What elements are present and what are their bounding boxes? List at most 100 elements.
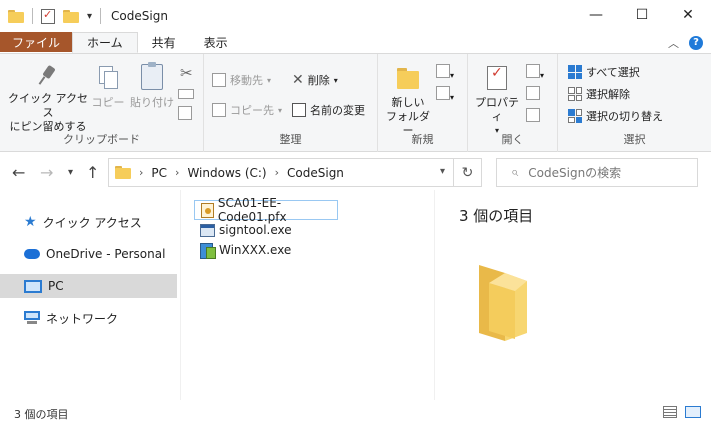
new-folder-label-line1: 新しい xyxy=(391,96,425,109)
copy-button[interactable]: コピー xyxy=(90,64,126,110)
organize-group: 移動先 ▾ ✕ 削除 ▾ コピー先 ▾ 名前の変更 整理 xyxy=(204,54,378,152)
pin-to-quick-access-button[interactable]: クイック アクセス にピン留めする xyxy=(6,64,90,134)
folder-icon xyxy=(115,166,131,179)
paste-shortcut-button[interactable] xyxy=(178,106,192,123)
open-icon xyxy=(526,64,540,78)
clipboard-group: クイック アクセス にピン留めする コピー 貼り付け ✂ クリップボード xyxy=(0,54,204,152)
easy-access-button[interactable]: ▾ xyxy=(436,86,454,103)
search-input[interactable]: ⌕ CodeSignの検索 xyxy=(496,158,698,187)
chevron-right-icon[interactable]: › xyxy=(275,166,279,179)
pc-icon xyxy=(24,279,42,293)
list-item[interactable]: SCA01-EE-Code01.pfx xyxy=(194,196,338,224)
rename-icon xyxy=(292,103,306,117)
forward-button[interactable]: → xyxy=(40,163,53,182)
clipboard-icon xyxy=(141,62,163,90)
navigation-pane: ★ クイック アクセス OneDrive - Personal PC ネットワー… xyxy=(0,198,180,394)
nav-item-onedrive[interactable]: OneDrive - Personal xyxy=(0,242,177,266)
close-button[interactable]: ✕ xyxy=(665,0,711,30)
copy-label: コピー xyxy=(91,96,125,109)
title-bar: ▾ CodeSign — ☐ ✕ xyxy=(0,0,711,32)
minimize-button[interactable]: — xyxy=(573,0,619,30)
file-list: SCA01-EE-Code01.pfx signtool.exe WinXXX.… xyxy=(194,196,434,260)
quick-access-toolbar: ▾ xyxy=(0,8,102,24)
copy-to-label: コピー先 xyxy=(230,104,274,117)
copy-path-button[interactable] xyxy=(178,88,194,102)
help-icon[interactable]: ? xyxy=(689,35,703,50)
search-placeholder: CodeSignの検索 xyxy=(528,166,622,180)
back-button[interactable]: ← xyxy=(12,163,25,182)
copy-icon xyxy=(97,64,119,90)
view-switcher xyxy=(663,406,701,418)
new-item-icon xyxy=(436,64,450,78)
up-button[interactable]: ↑ xyxy=(86,163,99,182)
status-item-count: 3 個の項目 xyxy=(14,407,69,421)
rename-button[interactable]: 名前の変更 xyxy=(292,102,365,118)
chevron-right-icon[interactable]: › xyxy=(139,166,143,179)
breadcrumb-drive[interactable]: Windows (C:) xyxy=(187,166,266,180)
folder-icon xyxy=(479,265,527,341)
nav-item-pc[interactable]: PC xyxy=(0,274,177,298)
nav-item-quick-access[interactable]: ★ クイック アクセス xyxy=(0,210,177,234)
properties-button[interactable]: プロパティ ▾ xyxy=(470,66,524,138)
delete-button[interactable]: ✕ 削除 ▾ xyxy=(292,72,338,88)
paste-label: 貼り付け xyxy=(130,96,174,109)
tab-view[interactable]: 表示 xyxy=(190,32,242,53)
tab-home[interactable]: ホーム xyxy=(72,32,138,53)
list-item[interactable]: WinXXX.exe xyxy=(194,240,434,260)
ribbon: クイック アクセス にピン留めする コピー 貼り付け ✂ クリップボード 移動先… xyxy=(0,54,711,152)
history-icon xyxy=(526,108,540,122)
invert-selection-icon xyxy=(568,109,582,123)
properties-icon[interactable] xyxy=(41,8,55,24)
chevron-right-icon[interactable]: › xyxy=(175,166,179,179)
cut-button[interactable]: ✂ xyxy=(180,64,193,82)
select-none-icon xyxy=(568,87,582,101)
refresh-button[interactable]: ↻ xyxy=(454,158,482,187)
paste-button[interactable]: 貼り付け xyxy=(130,62,174,110)
preview-pane: 3 個の項目 xyxy=(434,190,711,400)
delete-label: 削除 xyxy=(307,74,330,87)
select-all-button[interactable]: すべて選択 xyxy=(568,64,640,80)
new-folder-button[interactable]: 新しい フォルダー xyxy=(382,66,434,138)
open-button[interactable]: ▾ xyxy=(526,64,544,81)
maximize-button[interactable]: ☐ xyxy=(619,0,665,30)
collapse-ribbon-icon[interactable]: ︿ xyxy=(668,35,679,51)
copy-to-button[interactable]: コピー先 ▾ xyxy=(212,102,282,118)
scissors-icon: ✂ xyxy=(180,64,193,82)
select-none-button[interactable]: 選択解除 xyxy=(568,86,630,102)
pin-label-line1: クイック アクセス xyxy=(8,92,88,119)
ribbon-tabs: ファイル ホーム 共有 表示 ︿ ? xyxy=(0,32,711,54)
address-dropdown-icon[interactable]: ▾ xyxy=(440,166,445,177)
network-icon xyxy=(24,311,40,325)
search-icon: ⌕ xyxy=(511,165,519,180)
nav-label: PC xyxy=(48,279,64,293)
exe-icon xyxy=(200,223,215,237)
open-group-label: 開く xyxy=(501,133,524,146)
new-folder-icon[interactable] xyxy=(63,9,79,23)
nav-item-network[interactable]: ネットワーク xyxy=(0,306,177,330)
customize-toolbar-icon[interactable]: ▾ xyxy=(87,11,92,22)
new-item-button[interactable]: ▾ xyxy=(436,64,454,81)
details-view-icon[interactable] xyxy=(663,406,677,418)
breadcrumb-codesign[interactable]: CodeSign xyxy=(287,166,344,180)
move-to-button[interactable]: 移動先 ▾ xyxy=(212,72,271,88)
breadcrumb-pc[interactable]: PC xyxy=(151,166,167,180)
list-item[interactable]: signtool.exe xyxy=(194,220,434,240)
paste-shortcut-icon xyxy=(178,106,192,120)
tab-share[interactable]: 共有 xyxy=(138,32,190,53)
address-bar[interactable]: › PC › Windows (C:) › CodeSign ▾ xyxy=(108,158,454,187)
pane-divider[interactable] xyxy=(180,190,181,400)
invert-selection-button[interactable]: 選択の切り替え xyxy=(568,108,663,124)
open-group: プロパティ ▾ ▾ 開く xyxy=(468,54,558,152)
easy-access-icon xyxy=(436,86,450,100)
recent-locations-button[interactable]: ▾ xyxy=(68,167,73,178)
large-icons-view-icon[interactable] xyxy=(685,406,701,418)
copy-to-icon xyxy=(212,103,226,117)
edit-button[interactable] xyxy=(526,86,540,103)
divider xyxy=(32,8,33,24)
address-row: ← → ▾ ↑ › PC › Windows (C:) › CodeSign ▾… xyxy=(0,158,711,188)
new-group: 新しい フォルダー ▾ ▾ 新規 xyxy=(378,54,468,152)
star-icon: ★ xyxy=(24,214,37,230)
nav-label: クイック アクセス xyxy=(42,215,142,230)
tab-file[interactable]: ファイル xyxy=(0,32,73,52)
history-button[interactable] xyxy=(526,108,540,125)
